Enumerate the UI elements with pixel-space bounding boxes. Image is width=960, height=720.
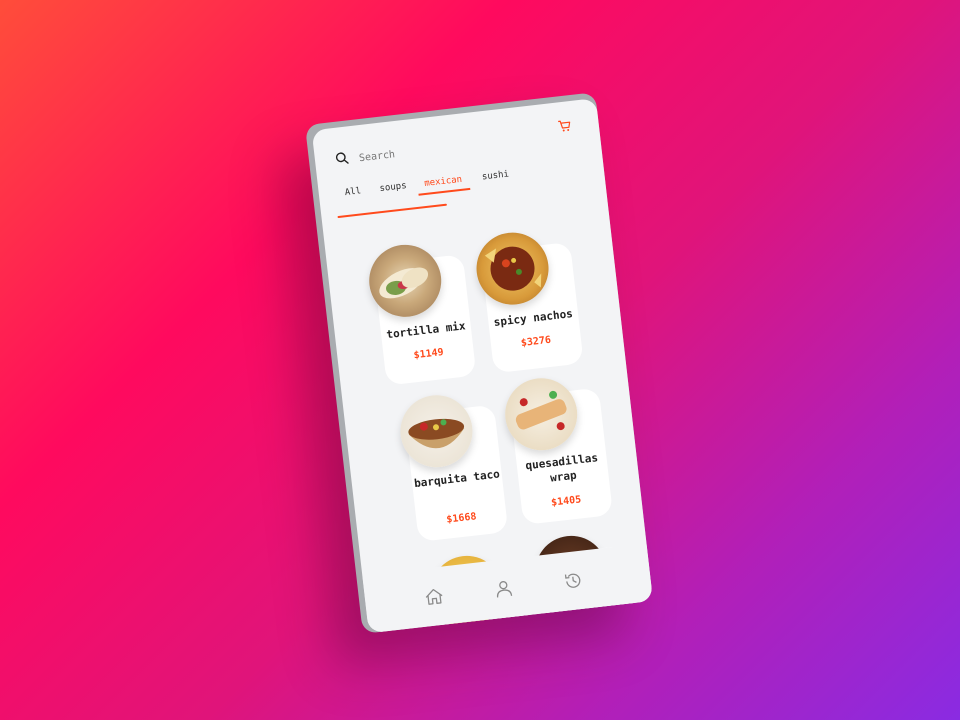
product-card[interactable]: tortilla mix $1149 [365, 240, 477, 386]
cart-icon[interactable] [556, 117, 574, 135]
product-image [472, 228, 553, 309]
product-price: $1668 [445, 511, 478, 526]
product-name: quesadillas wrap [524, 451, 599, 485]
product-card[interactable]: quesadillas wrap $1405 [501, 374, 614, 525]
product-price: $1405 [550, 494, 582, 509]
product-price: $3276 [520, 334, 552, 350]
product-name: spicy nachos [493, 307, 574, 330]
tab-soups[interactable]: soups [379, 181, 407, 194]
product-image [396, 391, 477, 472]
product-image [365, 240, 446, 321]
history-icon[interactable] [561, 569, 585, 593]
tab-sushi[interactable]: sushi [481, 169, 509, 182]
phone-screen: All soups mexican sushi tortilla mix [311, 98, 654, 634]
product-grid: tortilla mix $1149 spicy nachos $3276 ba… [339, 217, 643, 634]
search-icon[interactable] [334, 150, 349, 165]
home-icon[interactable] [422, 584, 446, 608]
product-card[interactable]: spicy nachos $3276 [472, 228, 584, 374]
bottom-nav [362, 543, 654, 634]
product-price: $1149 [413, 346, 445, 362]
tab-mexican[interactable]: mexican [424, 175, 463, 189]
active-tab-underline [418, 187, 471, 196]
phone-mockup: All soups mexican sushi tortilla mix [304, 92, 654, 634]
product-image [501, 374, 582, 455]
product-name: barquita taco [413, 467, 501, 491]
search-input[interactable] [355, 130, 512, 170]
user-icon[interactable] [492, 576, 516, 600]
tab-all[interactable]: All [344, 186, 361, 198]
product-card[interactable]: barquita taco $1668 [396, 391, 509, 542]
product-name: tortilla mix [385, 319, 467, 342]
